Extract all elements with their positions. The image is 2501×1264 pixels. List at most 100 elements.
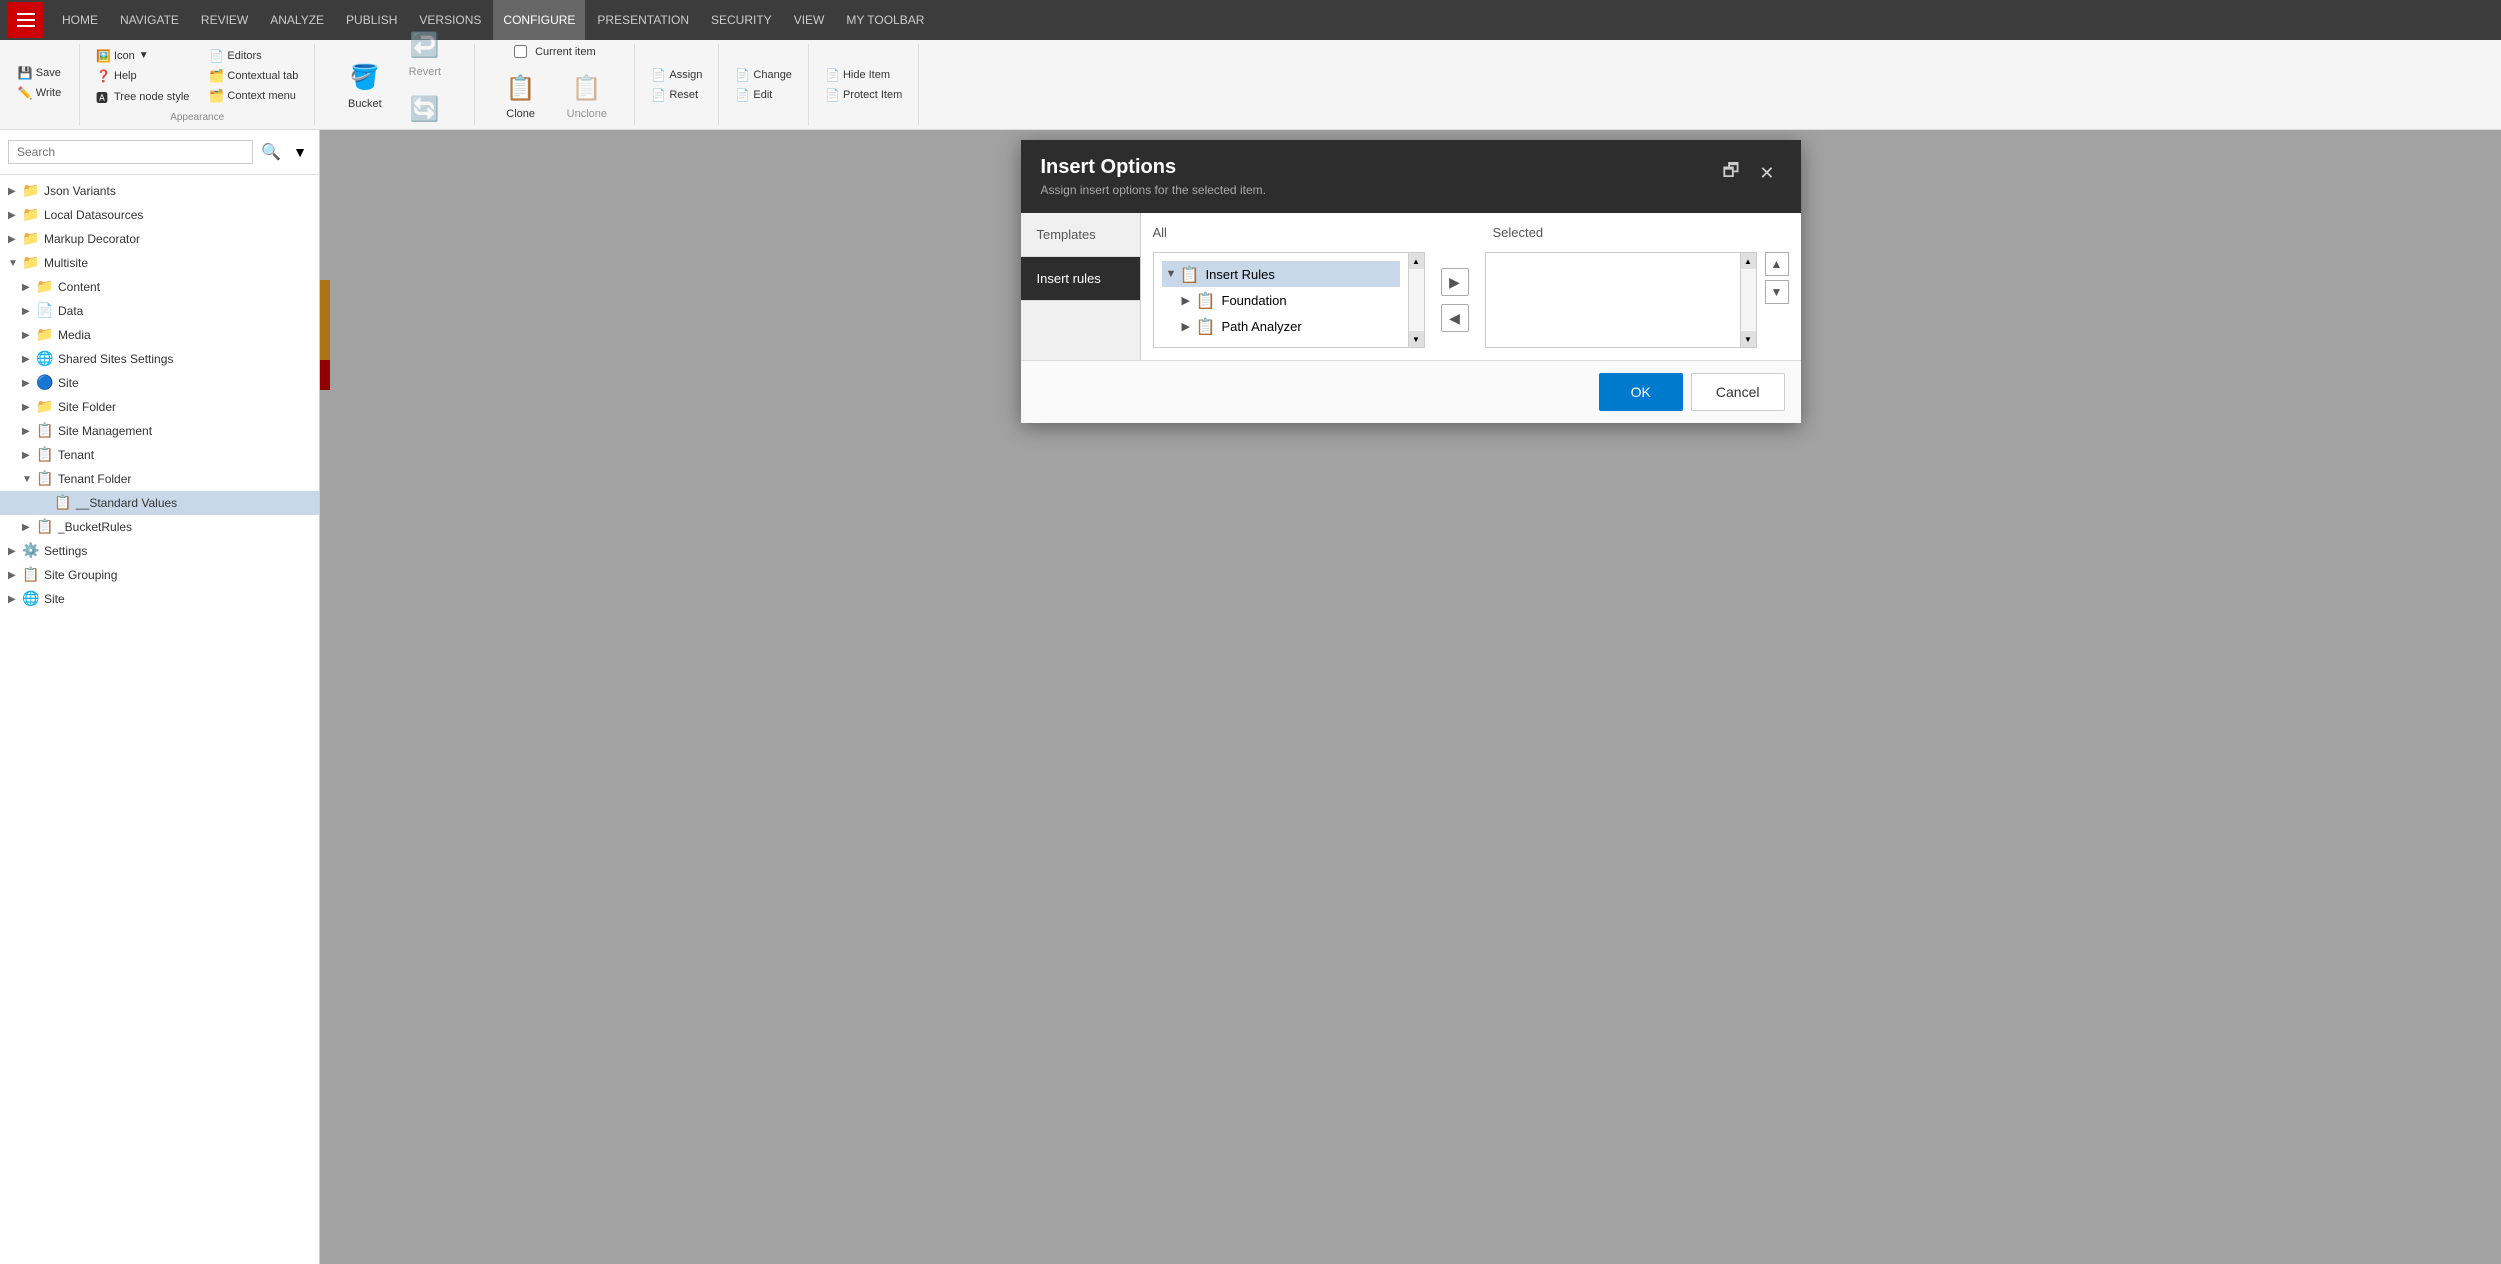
search-input[interactable] [8,140,253,164]
ribbon-contextual-tab-btn[interactable]: 🗂️ Contextual tab [205,67,302,85]
nav-analyze[interactable]: ANALYZE [260,0,334,40]
tree-item-content[interactable]: ▶ 📁 Content [0,275,319,299]
save-icon: 💾 [18,66,32,80]
nav-security[interactable]: SECURITY [701,0,782,40]
search-button[interactable]: 🔍 [257,138,285,166]
ribbon-help-btn[interactable]: ❓ Help [92,67,193,85]
current-item-checkbox[interactable] [514,45,527,58]
modal-close-btn[interactable]: ✕ [1753,161,1780,186]
nav-mytoolbar[interactable]: MY TOOLBAR [836,0,934,40]
clone-icon: 📋 [503,70,539,106]
editors-icon: 📄 [209,49,223,63]
tree-item-shared-sites[interactable]: ▶ 🌐 Shared Sites Settings [0,347,319,371]
ribbon-editors-btn[interactable]: 📄 Editors [205,47,302,65]
all-panel-wrapper: ▼ 📋 Insert Rules ▶ 📋 Foundation [1153,252,1425,348]
modal-tree-item-path-analyzer[interactable]: ▶ 📋 Path Analyzer [1162,313,1400,339]
ribbon-appearance-section: 🖼️ Icon ▼ ❓ Help 🅰 Tree node style 📄 Edi… [80,44,315,125]
cancel-button[interactable]: Cancel [1691,373,1785,411]
selected-panel-wrapper: ▲ ▼ [1485,252,1757,348]
modal-overlay: Insert Options Assign insert options for… [320,130,2501,1264]
ribbon-unclone-btn[interactable]: 📋 Unclone [557,64,617,126]
ribbon-write-btn[interactable]: ✏️ Write [14,84,65,102]
reorder-up-btn[interactable]: ▲ [1765,252,1789,276]
search-bar: 🔍 ▼ [0,130,319,175]
tree-item-multisite[interactable]: ▼ 📁 Multisite [0,251,319,275]
all-panel-scrollbar: ▲ ▼ [1409,252,1425,348]
selected-scroll-up-btn[interactable]: ▲ [1741,253,1756,269]
ribbon-assign-btn[interactable]: 📄 Assign [647,66,706,84]
search-dropdown-btn[interactable]: ▼ [289,140,311,164]
ok-button[interactable]: OK [1599,373,1683,411]
tree-item-media[interactable]: ▶ 📁 Media [0,323,319,347]
nav-presentation[interactable]: PRESENTATION [587,0,699,40]
tree-container: ▶ 📁 Json Variants ▶ 📁 Local Datasources … [0,175,319,1264]
tree-item-site[interactable]: ▶ 🔵 Site [0,371,319,395]
modal-title: Insert Options [1041,156,1717,179]
ribbon-change-section: 📄 Change 📄 Edit [719,44,809,125]
ribbon-write-section: 💾 Save ✏️ Write [0,44,80,125]
nav-configure[interactable]: CONFIGURE [493,0,585,40]
tree-item-site-folder[interactable]: ▶ 📁 Site Folder [0,395,319,419]
all-tree-panel: ▼ 📋 Insert Rules ▶ 📋 Foundation [1153,252,1409,348]
ribbon-protect-item-btn[interactable]: 📄 Protect Item [821,86,906,104]
tree-item-site-grouping[interactable]: ▶ 📋 Site Grouping [0,563,319,587]
ribbon-edit-btn[interactable]: 📄 Edit [731,86,796,104]
edit-icon: 📄 [735,88,749,102]
modal-tree-item-foundation[interactable]: ▶ 📋 Foundation [1162,287,1400,313]
tree-item-tenant-folder[interactable]: ▼ 📋 Tenant Folder [0,467,319,491]
modal-tree-item-insert-rules[interactable]: ▼ 📋 Insert Rules [1162,261,1400,287]
content-area: Insert Options Assign insert options for… [320,130,2501,1264]
transfer-right-btn[interactable]: ▶ [1441,268,1469,296]
reorder-down-btn[interactable]: ▼ [1765,280,1789,304]
transfer-left-btn[interactable]: ◀ [1441,304,1469,332]
modal-tabs: Templates Insert rules [1021,213,1141,360]
ribbon-icon-btn[interactable]: 🖼️ Icon ▼ [92,47,193,65]
tree-item-data[interactable]: ▶ 📄 Data [0,299,319,323]
selected-panel-scrollbar: ▲ ▼ [1741,252,1757,348]
selected-panel-label: Selected [1493,225,1753,240]
brand-logo[interactable] [8,2,44,38]
tree-item-local-datasources[interactable]: ▶ 📁 Local Datasources [0,203,319,227]
all-panel-label: All [1153,225,1413,240]
ribbon-current-item-check[interactable]: Current item [510,43,600,60]
all-scroll-down-btn[interactable]: ▼ [1409,331,1424,347]
selected-scroll-down-btn[interactable]: ▼ [1741,331,1756,347]
nav-view[interactable]: VIEW [784,0,835,40]
modal-footer: OK Cancel [1021,360,1801,423]
tree-item-markup-decorator[interactable]: ▶ 📁 Markup Decorator [0,227,319,251]
ribbon-hide-item-btn[interactable]: 📄 Hide Item [821,66,906,84]
nav-review[interactable]: REVIEW [191,0,258,40]
protect-icon: 📄 [825,88,839,102]
write-icon: ✏️ [18,86,32,100]
tree-item-json-variants[interactable]: ▶ 📁 Json Variants [0,179,319,203]
tree-item-standard-values[interactable]: 📋 __Standard Values [0,491,319,515]
modal-subtitle: Assign insert options for the selected i… [1041,183,1717,197]
ribbon-hide-section: 📄 Hide Item 📄 Protect Item [809,44,919,125]
ribbon-bucket-btn[interactable]: 🪣 Bucket [337,54,393,116]
ribbon-context-menu-btn[interactable]: 🗂️ Context menu [205,87,302,105]
tree-node-icon: 🅰 [96,89,110,106]
tree-item-site-management[interactable]: ▶ 📋 Site Management [0,419,319,443]
modal-maximize-btn[interactable]: 🗗 [1717,156,1746,190]
ribbon-clone-btn[interactable]: 📋 Clone [493,64,549,126]
nav-navigate[interactable]: NAVIGATE [110,0,189,40]
reorder-buttons: ▲ ▼ [1765,252,1789,348]
ribbon-revert-btn[interactable]: ↩️ Revert [397,22,453,84]
tree-item-bucket-rules[interactable]: ▶ 📋 _BucketRules [0,515,319,539]
assign-icon: 📄 [651,68,665,82]
hide-icon: 📄 [825,68,839,82]
tree-item-site-bottom[interactable]: ▶ 🌐 Site [0,587,319,611]
ribbon-reset-btn[interactable]: 📄 Reset [647,86,706,104]
tree-item-settings[interactable]: ▶ ⚙️ Settings [0,539,319,563]
nav-home[interactable]: HOME [52,0,108,40]
ribbon-clone-section: Current item 📋 Clone 📋 Unclone [475,44,635,125]
tab-templates[interactable]: Templates [1021,213,1140,257]
tab-insert-rules[interactable]: Insert rules [1021,257,1140,301]
change-icon: 📄 [735,68,749,82]
tree-item-tenant[interactable]: ▶ 📋 Tenant [0,443,319,467]
ribbon-change-btn[interactable]: 📄 Change [731,66,796,84]
ribbon-save-btn[interactable]: 💾 Save [14,64,65,82]
modal-header: Insert Options Assign insert options for… [1021,140,1801,213]
ribbon-tree-node-btn[interactable]: 🅰 Tree node style [92,87,193,108]
all-scroll-up-btn[interactable]: ▲ [1409,253,1424,269]
